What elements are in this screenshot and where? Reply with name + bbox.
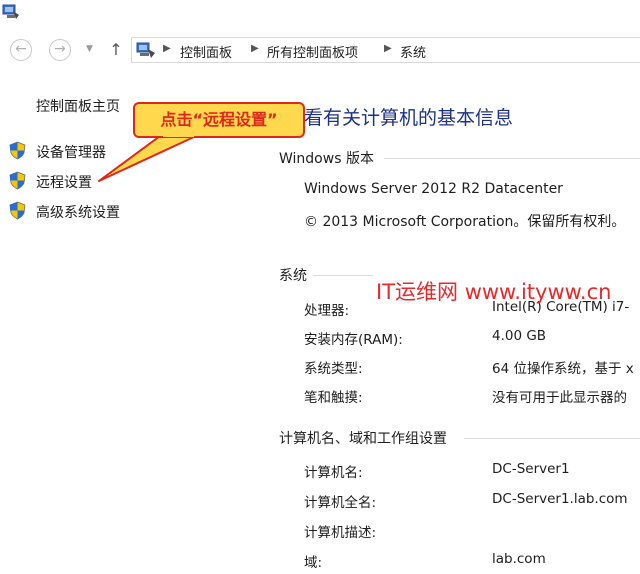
- ram-value: 4.00 GB: [492, 328, 547, 344]
- system-computer-icon: [2, 4, 19, 19]
- section-heading-computer-name: 计算机名、域和工作组设置: [279, 431, 447, 447]
- arrow-up-icon: ↑: [109, 40, 123, 59]
- forward-button[interactable]: →: [49, 39, 71, 61]
- recent-locations-button[interactable]: ▼: [86, 44, 93, 54]
- pen-touch-value: 没有可用于此显示器的: [492, 390, 627, 406]
- system-type-label: 系统类型:: [304, 361, 363, 377]
- sidebar-item-advanced-system-settings[interactable]: 高级系统设置: [36, 202, 120, 222]
- sidebar-item-device-manager[interactable]: 设备管理器: [36, 142, 106, 162]
- uac-shield-icon: [9, 171, 26, 190]
- breadcrumb-control-panel[interactable]: 控制面板: [180, 42, 232, 61]
- computer-description-label: 计算机描述:: [304, 525, 377, 541]
- address-bar[interactable]: ▶ 控制面板 ▶ 所有控制面板项 ▶ 系统: [131, 37, 640, 63]
- section-heading-system: 系统: [279, 268, 307, 284]
- processor-label: 处理器:: [304, 303, 350, 319]
- system-type-value: 64 位操作系统，基于 x: [492, 361, 634, 377]
- uac-shield-icon: [9, 201, 26, 220]
- ram-label: 安装内存(RAM):: [304, 332, 403, 348]
- pen-touch-label: 笔和触摸:: [304, 390, 363, 406]
- title-bar: [0, 0, 640, 30]
- chevron-right-icon: ▶: [163, 43, 171, 54]
- watermark-text: IT运维网 www.ityww.cn: [376, 280, 612, 304]
- callout-annotation: 点击“远程设置”: [133, 102, 305, 138]
- sidebar-item-control-panel-home[interactable]: 控制面板主页: [36, 96, 120, 116]
- section-divider: [313, 275, 373, 276]
- chevron-right-icon: ▶: [251, 43, 259, 54]
- computer-name-value: DC-Server1: [492, 461, 570, 477]
- sidebar-item-remote-settings[interactable]: 远程设置: [36, 172, 92, 192]
- windows-edition-name: Windows Server 2012 R2 Datacenter: [304, 181, 563, 197]
- chevron-down-icon: ▼: [86, 44, 93, 54]
- arrow-left-icon: ←: [15, 41, 27, 57]
- breadcrumb-system[interactable]: 系统: [400, 42, 426, 61]
- control-panel-icon: [136, 42, 155, 58]
- domain-value: lab.com: [492, 551, 546, 567]
- arrow-right-icon: →: [54, 41, 66, 57]
- copyright-text: © 2013 Microsoft Corporation。保留所有权利。: [304, 214, 626, 230]
- domain-label: 域:: [304, 555, 323, 571]
- full-computer-name-label: 计算机全名:: [304, 495, 377, 511]
- up-button[interactable]: ↑: [108, 39, 124, 61]
- section-heading-windows-edition: Windows 版本: [279, 151, 374, 167]
- section-divider: [384, 158, 640, 159]
- chevron-right-icon: ▶: [384, 43, 392, 54]
- computer-name-label: 计算机名:: [304, 465, 363, 481]
- full-computer-name-value: DC-Server1.lab.com: [492, 491, 628, 507]
- uac-shield-icon: [9, 141, 26, 160]
- page-title: 看有关计算机的基本信息: [304, 107, 514, 129]
- breadcrumb-all-items[interactable]: 所有控制面板项: [267, 42, 358, 61]
- back-button[interactable]: ←: [10, 39, 32, 61]
- section-divider: [464, 438, 640, 439]
